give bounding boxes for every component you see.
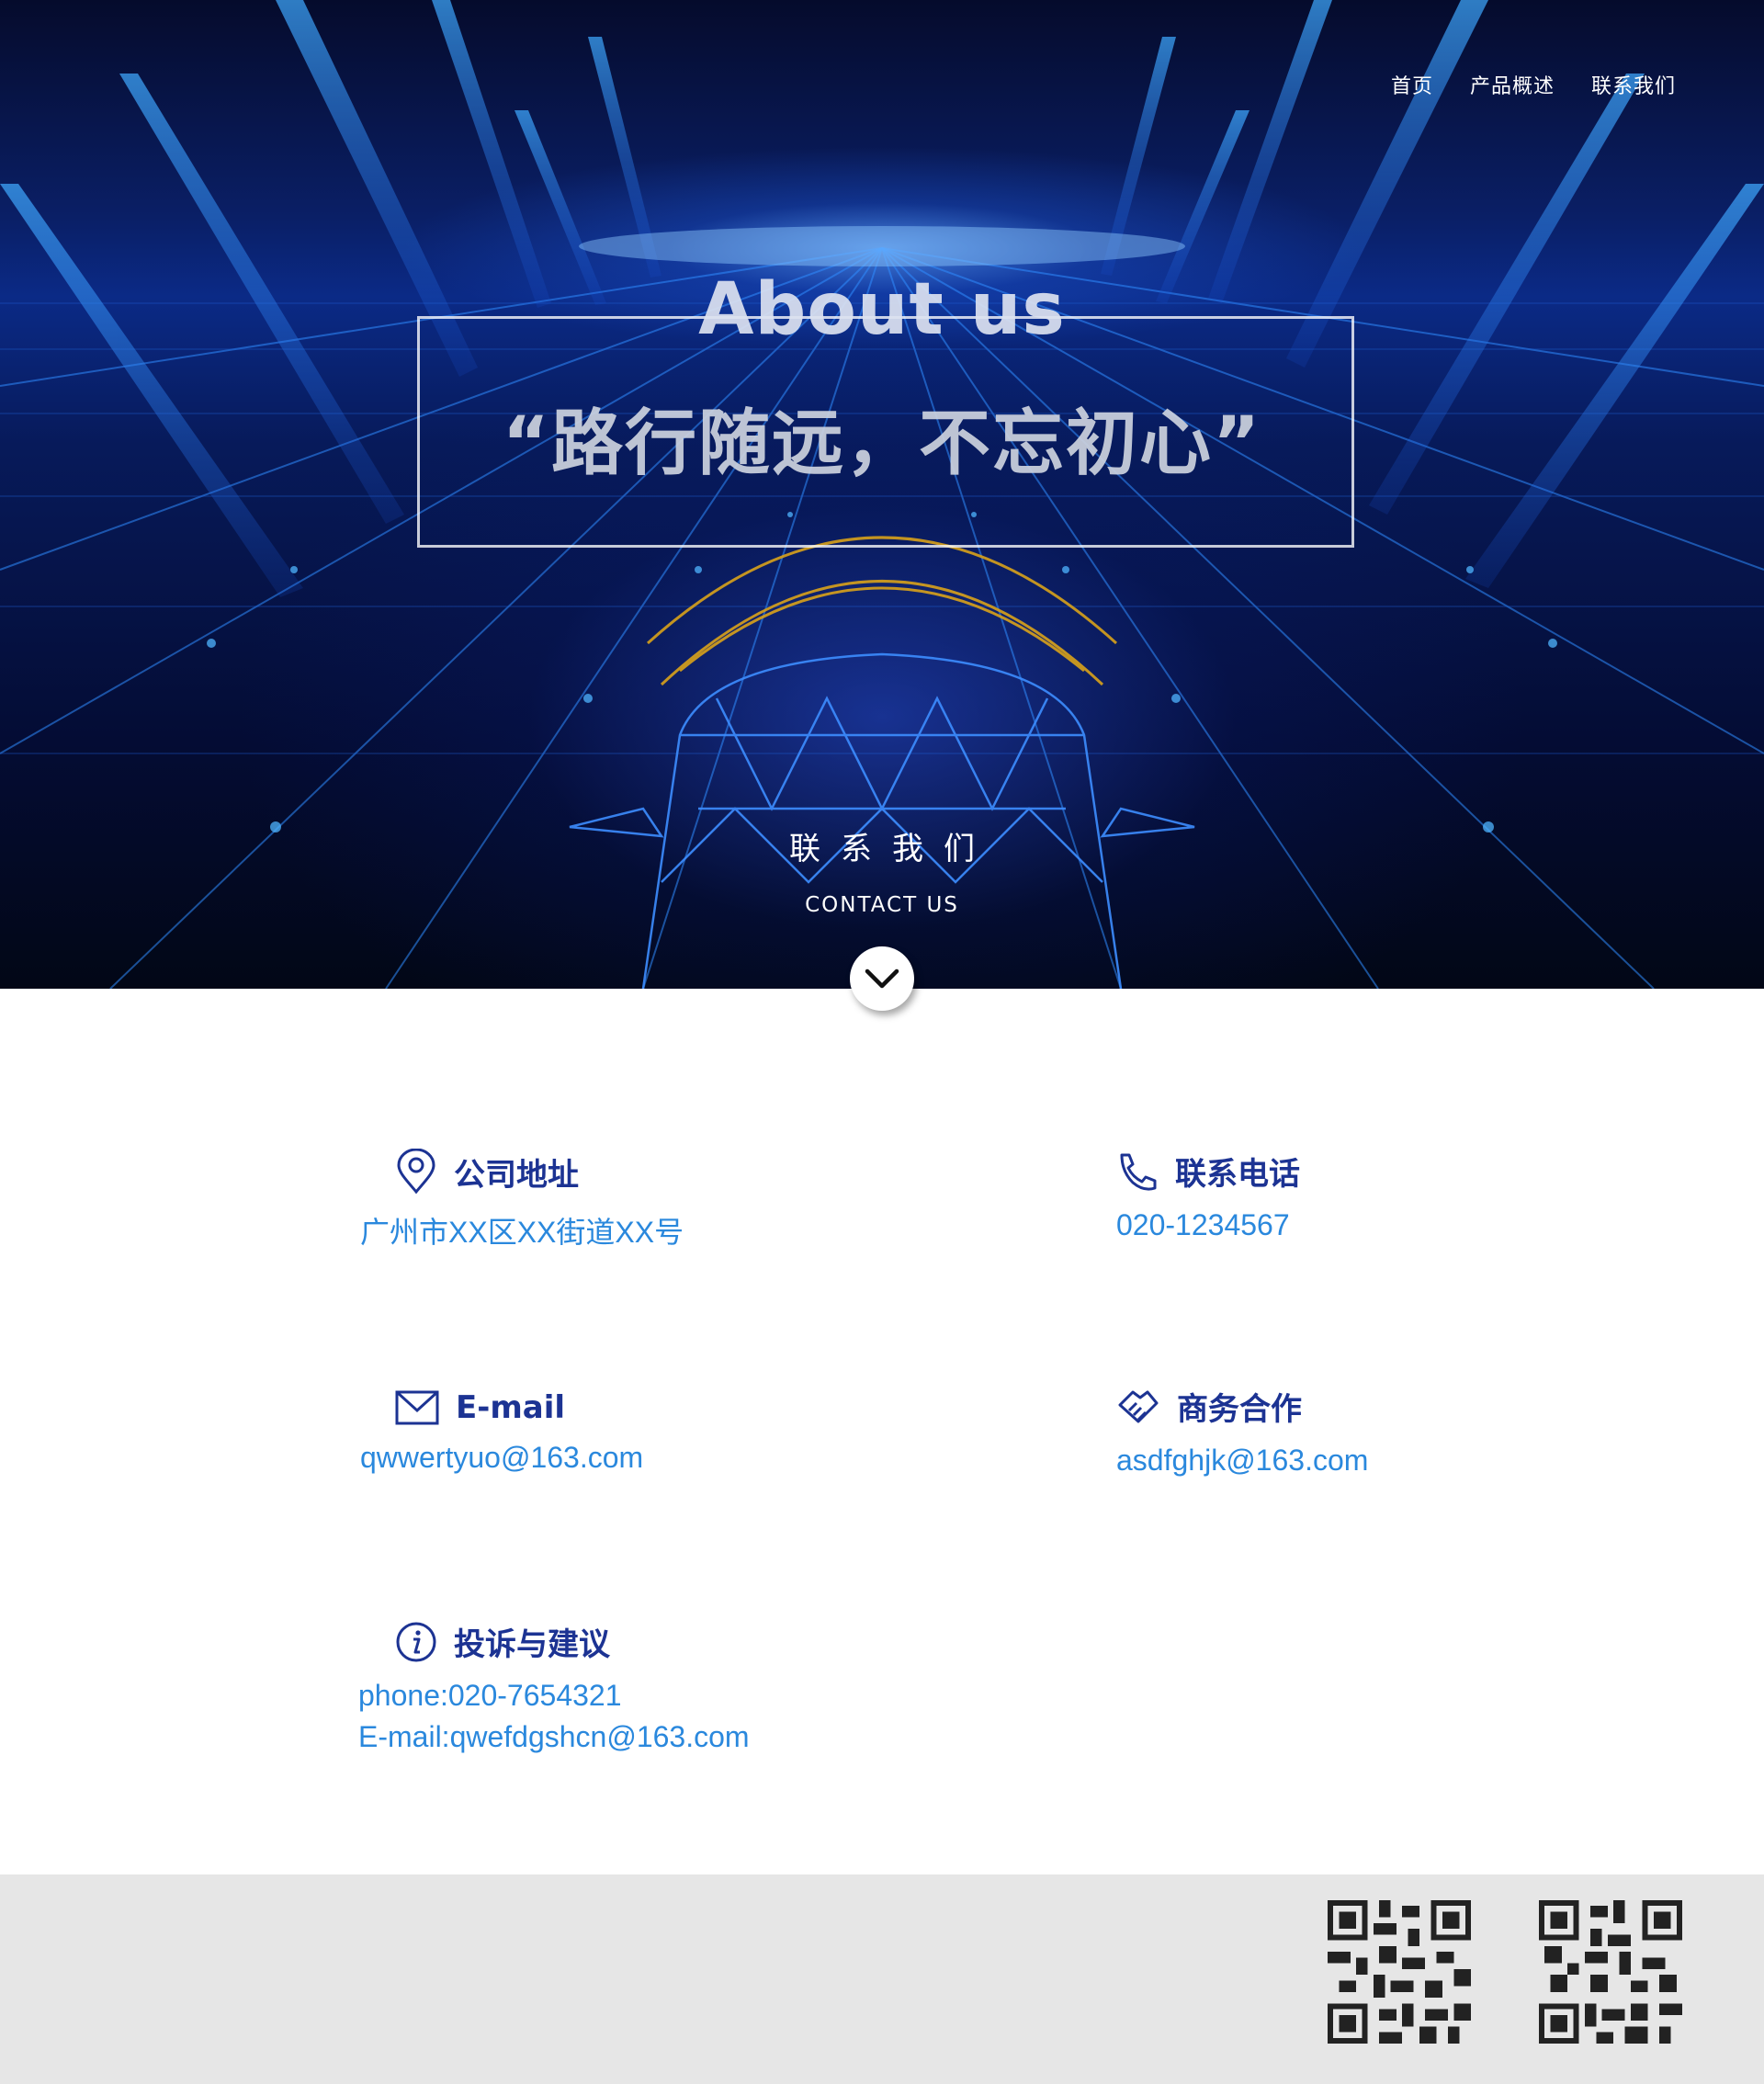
email-block: E-mail qwwertyuo@163.com	[360, 1389, 643, 1475]
envelope-icon	[395, 1390, 439, 1425]
chevron-down-icon	[865, 968, 899, 989]
business-title: 商务合作	[1177, 1391, 1302, 1428]
address-value: 广州市XX区XX街道XX号	[360, 1216, 684, 1249]
nav-item-home[interactable]: 首页	[1391, 70, 1433, 99]
address-block: 公司地址 广州市XX区XX街道XX号	[360, 1149, 684, 1252]
info-icon	[396, 1622, 436, 1661]
top-navigation: 首页 产品概述 联系我们	[1391, 70, 1676, 99]
contact-heading-en: CONTACT US	[805, 893, 959, 917]
complaint-title: 投诉与建议	[454, 1626, 610, 1663]
business-value[interactable]: asdfghjk@163.com	[1116, 1444, 1368, 1478]
email-title: E-mail	[456, 1389, 566, 1426]
phone-block: 联系电话 020-1234567	[1116, 1149, 1300, 1242]
location-pin-icon	[397, 1149, 435, 1195]
slogan: “路行随远，不忘初心”	[502, 402, 1262, 485]
qr-code-icon	[1539, 1900, 1682, 2044]
complaint-block: 投诉与建议 phone:020-7654321 E-mail:qwefdgshc…	[358, 1619, 750, 1754]
nav-item-products[interactable]: 产品概述	[1470, 70, 1555, 99]
phone-icon	[1120, 1153, 1157, 1191]
phone-title: 联系电话	[1175, 1156, 1300, 1193]
email-value[interactable]: qwwertyuo@163.com	[360, 1441, 643, 1475]
about-title: About us	[0, 268, 1764, 351]
footer	[0, 1874, 1764, 2084]
qr-code-icon	[1328, 1900, 1471, 2044]
hero-banner: 首页 产品概述 联系我们 About us “路行随远，不忘初心” 联系我们 C…	[0, 0, 1764, 989]
handshake-icon	[1118, 1390, 1159, 1422]
address-title: 公司地址	[454, 1156, 579, 1194]
scroll-down-button[interactable]	[850, 946, 914, 1011]
complaint-phone[interactable]: phone:020-7654321	[358, 1679, 750, 1713]
phone-value[interactable]: 020-1234567	[1116, 1208, 1300, 1242]
contact-heading-cn: 联系我们	[789, 831, 995, 867]
nav-item-contact[interactable]: 联系我们	[1591, 70, 1676, 99]
complaint-email[interactable]: E-mail:qwefdgshcn@163.com	[358, 1720, 750, 1754]
business-block: 商务合作 asdfghjk@163.com	[1116, 1384, 1368, 1478]
about-title-text: About us	[698, 268, 1066, 351]
